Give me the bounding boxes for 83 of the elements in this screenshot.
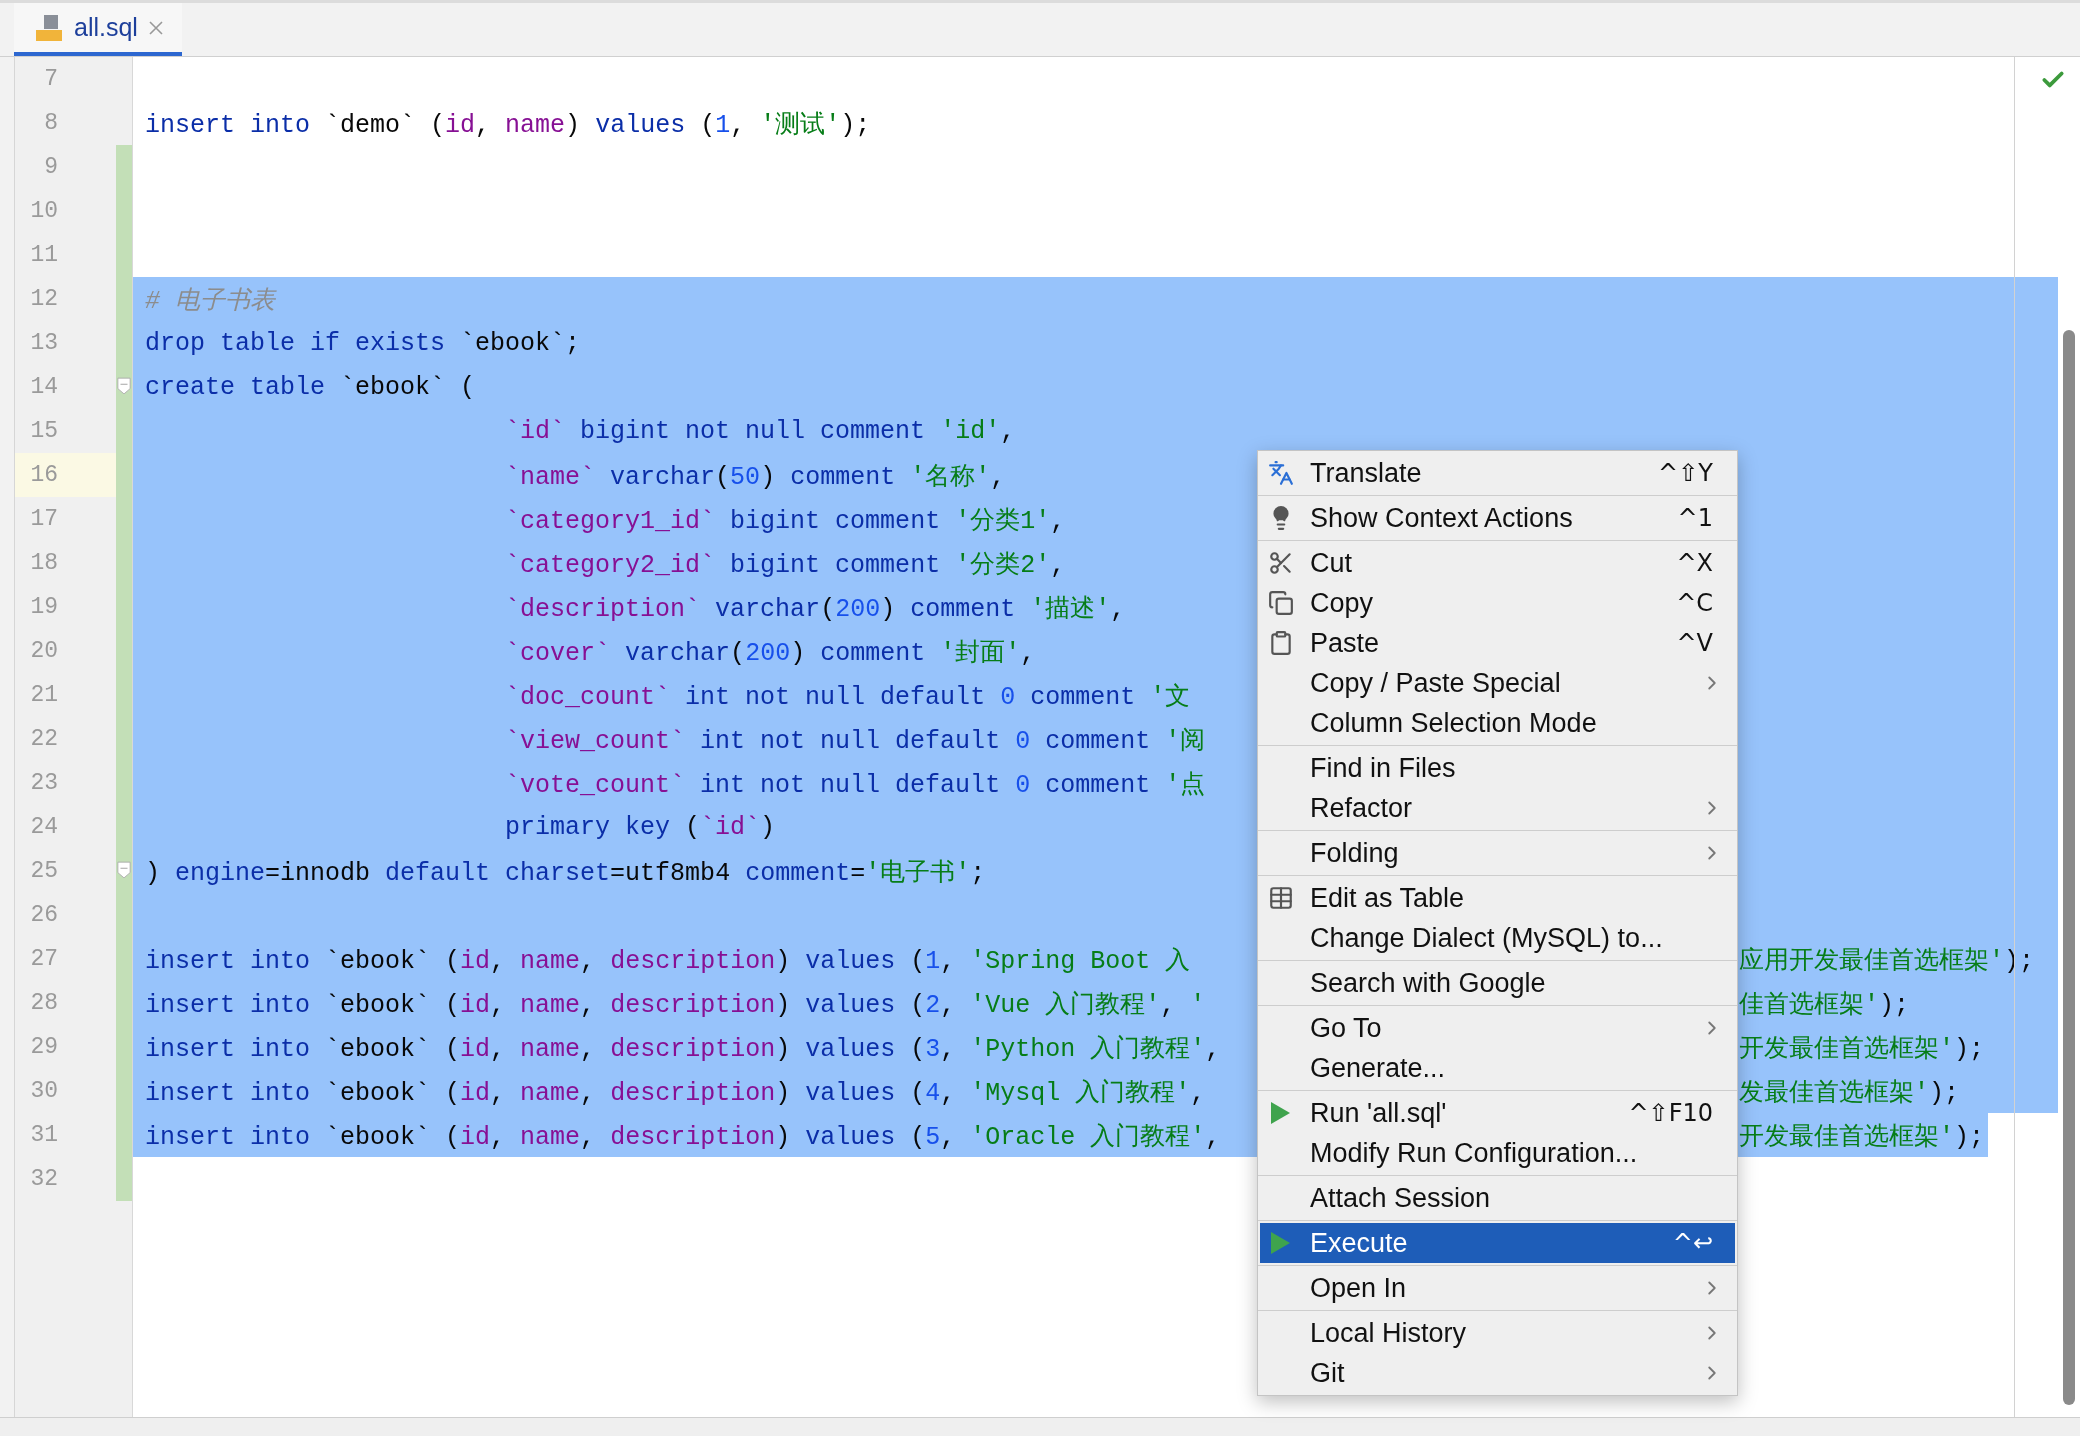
- code-text: primary key (`id`): [505, 812, 776, 842]
- file-tab[interactable]: all.sql: [14, 3, 182, 56]
- menu-item[interactable]: Translate ^⇧Y: [1260, 453, 1735, 493]
- menu-item[interactable]: Show Context Actions ^1: [1260, 498, 1735, 538]
- line-number: 14: [29, 373, 59, 402]
- code-text: insert into `ebook` (id, name, description) values (2, 'Vue 入门教程', ': [145, 989, 1207, 1020]
- menu-item[interactable]: Find in Files: [1260, 748, 1735, 788]
- line-number: 32: [29, 1165, 59, 1194]
- code-text: `doc_count` int not null default 0 comment '文: [505, 681, 1191, 712]
- menu-item[interactable]: Paste ^V: [1260, 623, 1735, 663]
- code-text: create table `ebook` (: [145, 372, 476, 402]
- menu-item[interactable]: Run 'all.sql' ^⇧F10: [1260, 1093, 1735, 1133]
- line-number: 23: [29, 769, 59, 798]
- line-number: 15: [29, 417, 59, 446]
- code-text: ) engine=innodb default charset=utf8mb4 comment='电子书';: [145, 857, 986, 888]
- code-text: `cover` varchar(200) comment '封面',: [505, 637, 1036, 668]
- code-text: `category2_id` bigint comment '分类2',: [505, 549, 1066, 580]
- menu-item[interactable]: Cut ^X: [1260, 543, 1735, 583]
- menu-item[interactable]: Generate...: [1260, 1048, 1735, 1088]
- line-number: 19: [29, 593, 59, 622]
- cut-icon: [1268, 550, 1294, 576]
- line-number: 18: [29, 549, 59, 578]
- copy-icon: [1268, 590, 1294, 616]
- line-number: 26: [29, 901, 59, 930]
- line-number: 24: [29, 813, 59, 842]
- code-text: `name` varchar(50) comment '名称',: [505, 461, 1006, 492]
- code-text: `vote_count` int not null default 0 comment '点: [505, 769, 1206, 800]
- code-text: insert into `ebook` (id, name, description) values (1, 'Spring Boot 入: [145, 945, 1192, 976]
- line-number: 22: [29, 725, 59, 754]
- line-number: 11: [29, 241, 59, 270]
- line-number: 20: [29, 637, 59, 666]
- menu-item[interactable]: Folding: [1260, 833, 1735, 873]
- line-number: 27: [29, 945, 59, 974]
- line-number: 12: [29, 285, 59, 314]
- line-number: 13: [29, 329, 59, 358]
- menu-item[interactable]: Copy / Paste Special: [1260, 663, 1735, 703]
- menu-item[interactable]: Refactor: [1260, 788, 1735, 828]
- code-text: insert into `ebook` (id, name, description) values (4, 'Mysql 入门教程',: [145, 1077, 1207, 1108]
- close-icon[interactable]: [147, 19, 164, 36]
- code-text: insert into `ebook` (id, name, description) values (3, 'Python 入门教程',: [145, 1033, 1222, 1064]
- line-number: 25: [29, 857, 59, 886]
- menu-item[interactable]: Go To: [1260, 1008, 1735, 1048]
- menu-item[interactable]: Local History: [1260, 1313, 1735, 1353]
- paste-icon: [1268, 630, 1294, 656]
- line-number: 8: [43, 109, 59, 138]
- code-text: `view_count` int not null default 0 comment '阅: [505, 725, 1206, 756]
- code-text: 佳首选框架');: [1739, 989, 1910, 1020]
- code-text: 开发最佳首选框架');: [1739, 1033, 1985, 1064]
- translate-icon: [1268, 460, 1294, 486]
- line-number: 17: [29, 505, 59, 534]
- menu-item[interactable]: Copy ^C: [1260, 583, 1735, 623]
- line-number: 30: [29, 1077, 59, 1106]
- code-text: 开发最佳首选框架');: [1739, 1121, 1985, 1152]
- code-text: 发最佳首选框架');: [1739, 1077, 1960, 1108]
- line-number: 29: [29, 1033, 59, 1062]
- line-number: 28: [29, 989, 59, 1018]
- sql-file-icon: [34, 12, 64, 43]
- menu-item[interactable]: Open In: [1260, 1268, 1735, 1308]
- line-number: 31: [29, 1121, 59, 1150]
- scrollbar[interactable]: [2063, 330, 2075, 1405]
- menu-item[interactable]: Edit as Table: [1260, 878, 1735, 918]
- menu-item[interactable]: Change Dialect (MySQL) to...: [1260, 918, 1735, 958]
- code-text: `description` varchar(200) comment '描述',: [505, 593, 1126, 624]
- menu-item[interactable]: Search with Google: [1260, 963, 1735, 1003]
- table-icon: [1268, 885, 1294, 911]
- menu-item[interactable]: Git: [1260, 1353, 1735, 1393]
- menu-item[interactable]: Execute ^↩: [1260, 1223, 1735, 1263]
- menu-item[interactable]: Attach Session: [1260, 1178, 1735, 1218]
- play-icon: [1268, 1100, 1292, 1126]
- code-text: # 电子书表: [145, 285, 275, 316]
- line-number: 16: [15, 453, 116, 497]
- code-text: insert into `ebook` (id, name, description) values (5, 'Oracle 入门教程',: [145, 1121, 1222, 1152]
- line-number: 21: [29, 681, 59, 710]
- code-text: insert into `demo` (id, name) values (1, '测试');: [145, 109, 871, 140]
- play-icon: [1268, 1230, 1292, 1256]
- line-number: 10: [29, 197, 59, 226]
- menu-item[interactable]: Column Selection Mode: [1260, 703, 1735, 743]
- line-number: 9: [43, 153, 59, 182]
- menu-item[interactable]: Modify Run Configuration...: [1260, 1133, 1735, 1173]
- code-text: drop table if exists `ebook`;: [145, 328, 581, 358]
- code-text: `category1_id` bigint comment '分类1',: [505, 505, 1066, 536]
- code-text: `id` bigint not null comment 'id',: [505, 416, 1016, 446]
- line-number: 7: [43, 65, 59, 94]
